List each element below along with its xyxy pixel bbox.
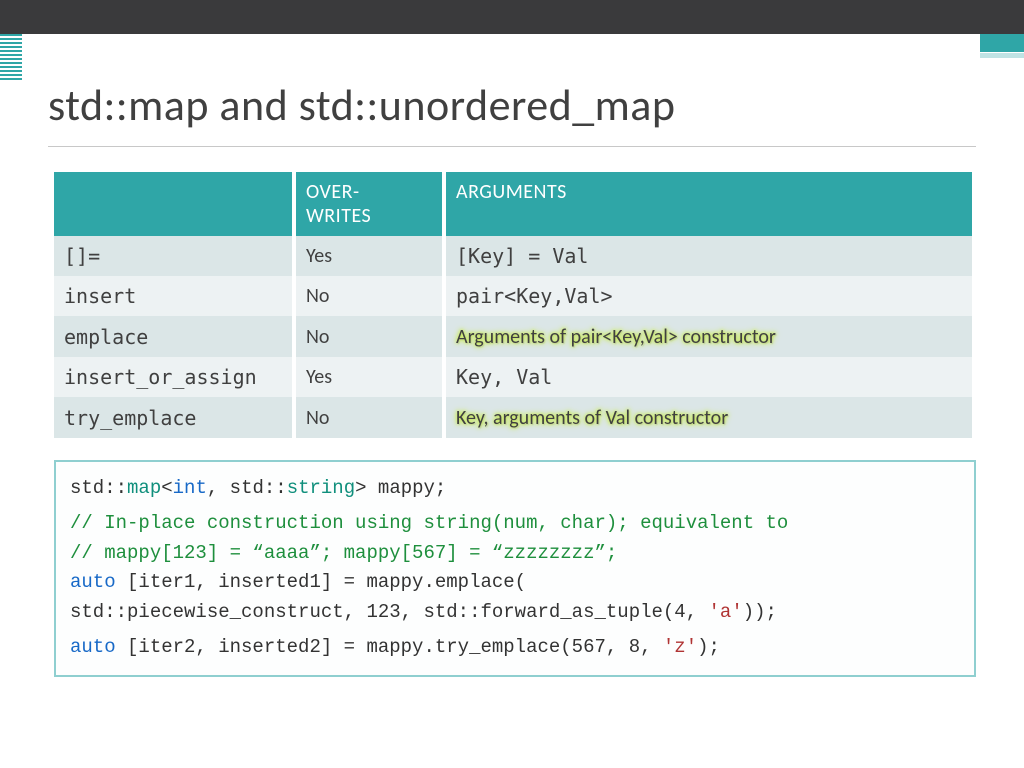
code-token: 'a' <box>709 601 743 623</box>
cell-overwrites: No <box>294 397 444 438</box>
code-token: > mappy; <box>355 477 446 499</box>
table-row: insert_or_assign Yes Key, Val <box>54 357 974 397</box>
cell-arguments: pair<Key,Val> <box>444 276 974 316</box>
code-example: std::map<int, std::string> mappy; // In-… <box>54 460 976 677</box>
highlighted-text: Key, arguments of Val constructor <box>456 406 728 430</box>
code-line: auto [iter1, inserted1] = mappy.emplace( <box>70 568 960 597</box>
header-overwrites: Over- writes <box>294 172 444 236</box>
table-row: []= Yes [Key] = Val <box>54 236 974 276</box>
comparison-table: Over- writes Arguments []= Yes [Key] = V… <box>54 172 976 438</box>
cell-method: insert_or_assign <box>54 357 294 397</box>
cell-overwrites: No <box>294 276 444 316</box>
table-row: try_emplace No Key, arguments of Val con… <box>54 397 974 438</box>
code-comment-line: // mappy[123] = “aaaa”; mappy[567] = “zz… <box>70 539 960 568</box>
cell-method: []= <box>54 236 294 276</box>
code-token: [iter1, inserted1] = mappy.emplace( <box>116 571 526 593</box>
cell-method: emplace <box>54 316 294 357</box>
title-underline <box>48 146 976 147</box>
code-token: string <box>287 477 355 499</box>
accent-right-2 <box>980 53 1024 58</box>
slide-title: std::map and std::unordered_map <box>48 78 676 132</box>
header-overwrites-line1: Over- <box>306 180 360 204</box>
cell-overwrites: Yes <box>294 357 444 397</box>
accent-left <box>0 34 22 82</box>
code-line: auto [iter2, inserted2] = mappy.try_empl… <box>70 633 960 662</box>
header-overwrites-line2: writes <box>306 204 371 228</box>
slide-top-bar <box>0 0 1024 34</box>
code-token: auto <box>70 571 116 593</box>
cell-method: try_emplace <box>54 397 294 438</box>
code-line: std::map<int, std::string> mappy; <box>70 474 960 503</box>
cell-arguments: Key, arguments of Val constructor <box>444 397 974 438</box>
code-comment-line: // In-place construction using string(nu… <box>70 509 960 538</box>
code-token: auto <box>70 636 116 658</box>
table-body: []= Yes [Key] = Val insert No pair<Key,V… <box>54 236 974 438</box>
code-token: , std:: <box>207 477 287 499</box>
code-token: [iter2, inserted2] = mappy.try_emplace(5… <box>116 636 663 658</box>
code-line: std::piecewise_construct, 123, std::forw… <box>70 598 960 627</box>
header-arguments: Arguments <box>444 172 974 236</box>
table-row: emplace No Arguments of pair<Key,Val> co… <box>54 316 974 357</box>
code-token: )); <box>743 601 777 623</box>
code-token: ); <box>697 636 720 658</box>
cell-method: insert <box>54 276 294 316</box>
table-row: insert No pair<Key,Val> <box>54 276 974 316</box>
code-token: < <box>161 477 172 499</box>
header-method <box>54 172 294 236</box>
code-token: int <box>173 477 207 499</box>
highlighted-text: Arguments of pair<Key,Val> constructor <box>456 325 776 349</box>
cell-arguments: [Key] = Val <box>444 236 974 276</box>
code-token: std:: <box>70 477 127 499</box>
slide-content: Over- writes Arguments []= Yes [Key] = V… <box>54 172 976 677</box>
cell-arguments: Arguments of pair<Key,Val> constructor <box>444 316 974 357</box>
cell-overwrites: Yes <box>294 236 444 276</box>
cell-arguments: Key, Val <box>444 357 974 397</box>
code-token: 'z' <box>663 636 697 658</box>
code-token: map <box>127 477 161 499</box>
cell-overwrites: No <box>294 316 444 357</box>
code-token: std::piecewise_construct, 123, std::forw… <box>70 601 709 623</box>
accent-right-1 <box>980 34 1024 52</box>
table-header-row: Over- writes Arguments <box>54 172 974 236</box>
